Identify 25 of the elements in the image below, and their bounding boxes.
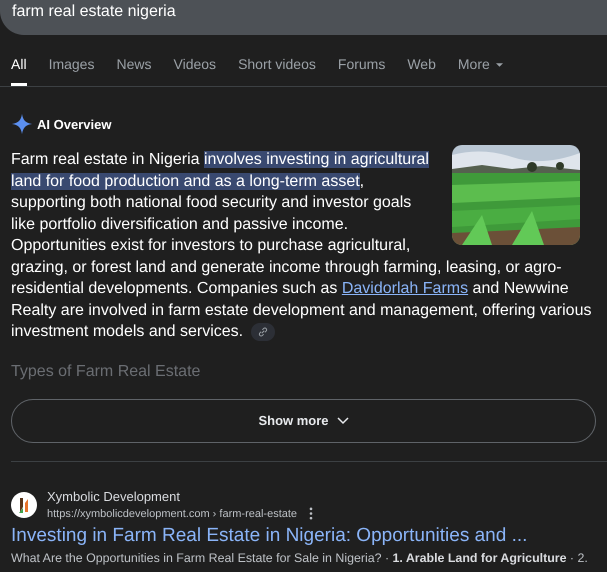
search-tab[interactable]: Short videos [238, 53, 316, 86]
chevron-down-icon [336, 416, 349, 424]
search-field[interactable]: farm real estate nigeria [0, 0, 607, 35]
search-tab[interactable]: Web [407, 53, 436, 86]
more-options-icon[interactable] [309, 507, 314, 520]
result-title-link[interactable]: Investing in Farm Real Estate in Nigeria: Opportunities and ... [11, 522, 596, 548]
search-tab[interactable]: News [116, 53, 152, 86]
search-tab[interactable]: Images [48, 53, 94, 86]
sparkle-icon [11, 113, 33, 135]
site-name: Xymbolic Development [47, 488, 181, 506]
show-more-button[interactable]: Show more [11, 398, 596, 442]
section-heading: Types of Farm Real Estate [11, 362, 200, 380]
search-tab[interactable]: All [11, 53, 27, 86]
more-menu-tab[interactable]: More [458, 53, 503, 86]
site-logo-icon [11, 492, 37, 518]
overview-paragraph: Farm real estate in Nigeria involves investing in agricultural land for food production and as a long-term asset, supporting both national food security and investor goals like portfolio diversification and passive income. Opportunities exist for investors to purchase agricultural, grazing, or forest land and generate income through farming, leasing, or agro-residential developments. Companies such as Davidorlah Farms and Newwine Realty are involved in farm estate development and management, offering various investment models and services. [11, 150, 592, 342]
link-icon [258, 326, 268, 337]
result-snippet: What Are the Opportunities in Farm Real Estate for Sale in Nigeria? · 1. Arable Land for Agriculture · 2. [11, 550, 589, 566]
caret-icon [496, 63, 503, 67]
section-title: AI Overview [37, 116, 112, 132]
result-url: https://xymbolicdevelopment.com › farm-real-estate [47, 506, 298, 522]
link-button[interactable] [251, 322, 276, 341]
company-link[interactable]: Davidorlah Farms [342, 280, 468, 297]
search-tab[interactable]: Forums [338, 53, 386, 86]
search-tab[interactable]: Videos [174, 53, 216, 86]
